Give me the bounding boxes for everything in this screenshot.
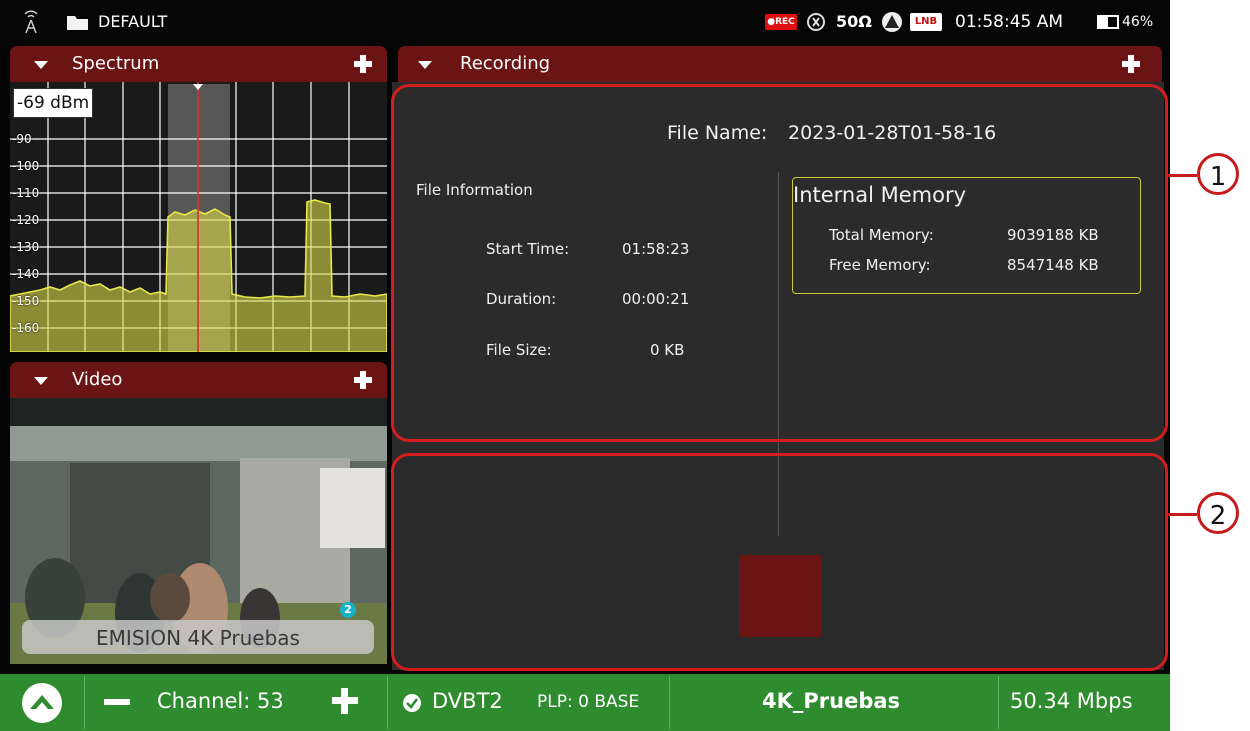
impedance-readout: 50Ω <box>836 12 872 31</box>
y-tick: -150 <box>12 294 40 308</box>
battery-icon <box>1097 15 1119 29</box>
collapse-chevron-icon[interactable] <box>34 61 48 69</box>
spectrum-plot[interactable]: -69 dBm -90 -100 -110 -120 -130 -140 -15… <box>9 82 388 353</box>
add-icon[interactable] <box>1122 55 1140 73</box>
add-icon[interactable] <box>354 371 372 389</box>
channel-readout[interactable]: Channel: 53 <box>157 689 284 713</box>
separator <box>387 676 388 729</box>
standard-readout: DVBT2 <box>432 689 503 713</box>
channel-down-button[interactable] <box>104 699 130 705</box>
y-tick: -110 <box>12 186 40 200</box>
lnb-badge: LNB <box>910 13 942 31</box>
status-bar: DEFAULT ●REC 50Ω LNB 01:58:45 AM 46% <box>0 0 1170 44</box>
clock: 01:58:45 AM <box>955 12 1064 32</box>
rec-badge: ●REC <box>765 14 797 30</box>
y-tick: -140 <box>12 267 40 281</box>
recording-title: Recording <box>460 53 551 74</box>
separator <box>84 676 85 729</box>
annotation-box-1 <box>391 84 1168 442</box>
logo-icon <box>30 695 54 709</box>
video-title: Video <box>72 369 123 390</box>
profile-name[interactable]: DEFAULT <box>98 12 167 31</box>
y-tick: -100 <box>12 159 40 173</box>
antenna-icon <box>24 10 38 34</box>
spectrum-title: Spectrum <box>72 53 160 74</box>
collapse-chevron-icon[interactable] <box>418 61 432 69</box>
annotation-line-2 <box>1168 513 1197 516</box>
y-tick: -90 <box>12 132 32 146</box>
y-tick: -160 <box>12 321 40 335</box>
separator <box>669 676 670 729</box>
spectrum-graph <box>9 82 388 353</box>
folder-icon[interactable] <box>66 14 90 32</box>
add-icon[interactable] <box>354 55 372 73</box>
video-header[interactable]: Video <box>10 362 387 398</box>
annotation-line-1 <box>1168 174 1197 177</box>
channel-badge: 2 <box>340 602 356 618</box>
spectrum-header[interactable]: Spectrum <box>10 46 387 82</box>
level-readout: -69 dBm <box>13 88 94 118</box>
collapse-chevron-icon[interactable] <box>34 377 48 385</box>
bitrate-readout: 50.34 Mbps <box>1010 689 1133 713</box>
video-preview[interactable]: 2 EMISION 4K Pruebas <box>10 398 387 664</box>
annotation-marker-2: 2 <box>1197 492 1239 534</box>
plp-readout: PLP: 0 BASE <box>537 692 640 712</box>
y-tick: -120 <box>12 213 40 227</box>
service-name: 4K_Pruebas <box>762 689 901 713</box>
separator <box>998 676 999 729</box>
annotation-box-2 <box>391 453 1168 671</box>
power-supply-icon <box>807 13 825 31</box>
battery-level: 46% <box>1122 14 1154 30</box>
warning-icon <box>882 12 902 32</box>
recording-header[interactable]: Recording <box>398 46 1162 82</box>
y-tick: -130 <box>12 240 40 254</box>
channel-banner: EMISION 4K Pruebas <box>22 620 374 654</box>
lock-check-icon <box>403 694 421 712</box>
home-button[interactable] <box>22 683 62 723</box>
annotation-marker-1: 1 <box>1197 153 1239 195</box>
channel-up-button[interactable] <box>332 688 358 714</box>
